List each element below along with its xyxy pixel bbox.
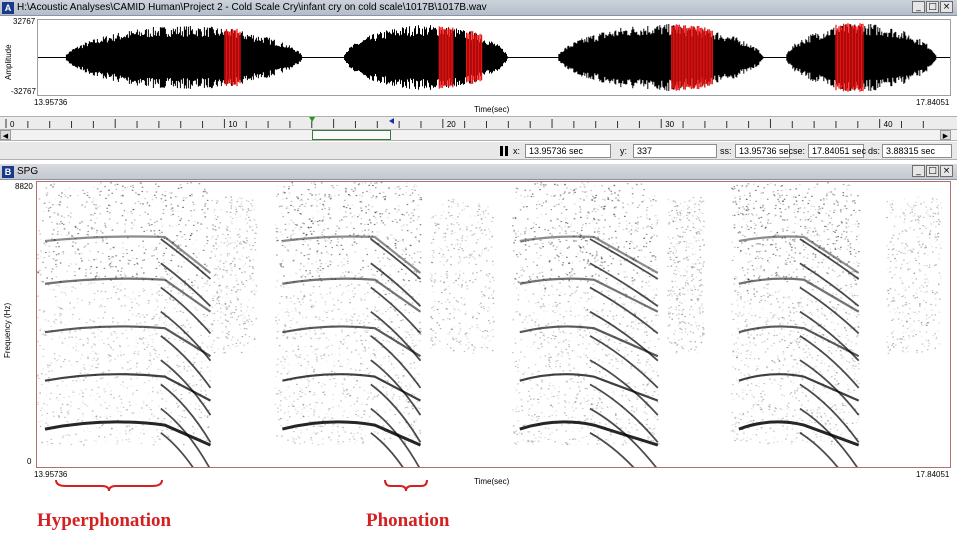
cursor-status-bar: x: 13.95736 sec y: 337 ss: 13.95736 sec … [0, 142, 957, 160]
cursor-x-label: x: [513, 146, 521, 156]
spectrogram-plot[interactable] [37, 182, 950, 467]
waveform-time-start: 13.95736 [34, 98, 68, 107]
scrollbar-thumb[interactable] [312, 130, 391, 140]
waveform-time-axis-label: Time(sec) [474, 105, 510, 114]
selection-end-label: se: [793, 146, 806, 156]
waveform-plot[interactable] [38, 20, 950, 95]
amplitude-max-label: 32767 [13, 17, 36, 26]
selection-start-marker-icon [309, 117, 316, 122]
ruler-ticks: 0 10 20 30 40 [5, 117, 924, 129]
spectrogram-window-titlebar[interactable]: B SPG _ □ × [0, 164, 957, 180]
amplitude-min-label: -32767 [11, 87, 36, 96]
selection-start-value: 13.95736 sec [735, 144, 793, 158]
waveform-window-titlebar[interactable]: A H:\Acoustic Analyses\CAMID Human\Proje… [0, 0, 957, 16]
window-b-badge: B [2, 165, 14, 178]
maximize-button[interactable]: □ [926, 1, 939, 13]
ruler-label: 40 [884, 120, 893, 129]
phonation-annotation: Phonation [366, 510, 450, 531]
close-button-b[interactable]: × [940, 165, 953, 177]
ruler-label: 20 [447, 120, 456, 129]
spectrogram-time-end: 17.84051 [916, 470, 950, 479]
minimize-button[interactable]: _ [912, 1, 925, 13]
timeline-ruler[interactable]: 0 10 20 30 40 [0, 116, 957, 130]
amplitude-axis-label: Amplitude [4, 44, 13, 80]
selection-end-marker-icon [388, 118, 394, 124]
window-a-title: H:\Acoustic Analyses\CAMID Human\Project… [17, 2, 487, 13]
cursor-y-value: 337 [633, 144, 717, 158]
maximize-button-b[interactable]: □ [926, 165, 939, 177]
hyperphonation-annotation: Hyperphonation [37, 510, 172, 531]
status-marker-icon-2 [505, 146, 508, 156]
cursor-y-label: y: [620, 146, 628, 156]
scroll-right-arrow-icon[interactable]: ▶ [940, 130, 951, 140]
horizontal-scrollbar[interactable]: ◀ ▶ [0, 130, 957, 141]
cursor-x-value: 13.95736 sec [525, 144, 611, 158]
window-b-title: SPG [17, 166, 39, 177]
frequency-max-label: 8820 [15, 182, 33, 191]
frequency-axis-label: Frequency (Hz) [3, 302, 12, 358]
scroll-left-arrow-icon[interactable]: ◀ [0, 130, 11, 140]
selection-duration-label: ds: [868, 146, 881, 156]
hyperphonation-brace-icon [55, 479, 163, 492]
spectrogram-time-axis-label: Time(sec) [474, 477, 510, 486]
selection-end-value: 17.84051 sec [808, 144, 866, 158]
minimize-button-b[interactable]: _ [912, 165, 925, 177]
ruler-label: 0 [10, 120, 15, 129]
highlight-segment-4-1 [835, 23, 864, 92]
window-a-controls: _ □ × [912, 1, 953, 13]
window-b-controls: _ □ × [912, 165, 953, 177]
selection-duration-value: 3.88315 sec [882, 144, 952, 158]
selection-start-label: ss: [720, 146, 732, 156]
cry-burst-1 [65, 26, 303, 89]
cry-burst-3 [558, 24, 764, 91]
frequency-min-label: 0 [27, 457, 32, 466]
ruler-label: 30 [665, 120, 674, 129]
close-button[interactable]: × [940, 1, 953, 13]
ruler-label: 10 [228, 120, 237, 129]
spectrogram-noise [37, 182, 943, 446]
status-marker-icon [500, 146, 503, 156]
waveform-time-end: 17.84051 [916, 98, 950, 107]
phonation-brace-icon [384, 479, 428, 492]
window-a-badge: A [2, 1, 14, 14]
cry-burst-2 [344, 25, 508, 90]
cry-burst-4 [786, 23, 937, 92]
